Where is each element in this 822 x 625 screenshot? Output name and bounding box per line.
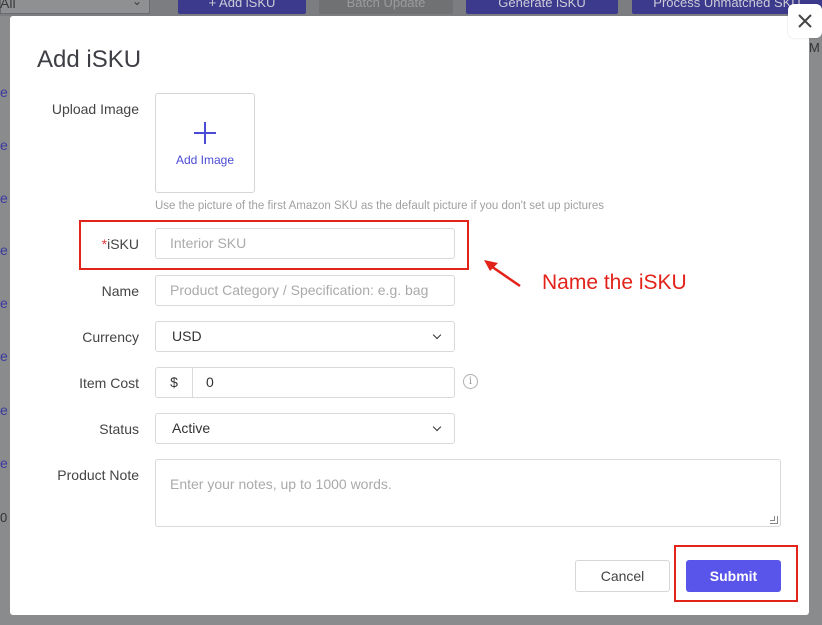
info-icon[interactable]: i	[463, 374, 478, 389]
status-value: Active	[172, 420, 211, 436]
chevron-down-icon: ⌄	[132, 0, 143, 8]
background-batch-update-button: Batch Update	[319, 0, 453, 14]
status-select[interactable]: Active	[155, 413, 455, 444]
background-row-link: e	[0, 190, 8, 206]
modal-title: Add iSKU	[37, 46, 142, 73]
close-icon	[798, 14, 812, 28]
cancel-button[interactable]: Cancel	[575, 560, 670, 592]
currency-select[interactable]: USD	[155, 321, 455, 352]
product-note-label: Product Note	[57, 467, 139, 483]
upload-image-label: Upload Image	[51, 101, 139, 117]
product-note-textarea[interactable]: Enter your notes, up to 1000 words.	[155, 459, 781, 527]
background-page-number: 0	[0, 510, 8, 525]
product-note-placeholder: Enter your notes, up to 1000 words.	[170, 476, 392, 492]
background-row-link: e	[0, 137, 8, 153]
chevron-down-icon	[432, 422, 442, 431]
plus-icon	[193, 119, 217, 149]
background-row-link: e	[0, 348, 8, 364]
background-row-link: e	[0, 295, 8, 311]
background-column-header: M	[809, 40, 820, 55]
close-button[interactable]	[788, 4, 822, 38]
name-label: Name	[101, 283, 139, 299]
add-image-label: Add Image	[175, 153, 235, 167]
background-filter-select	[0, 0, 150, 14]
add-image-button[interactable]: Add Image	[155, 93, 255, 193]
background-row-link: e	[0, 242, 8, 258]
background-add-isku-button: + Add iSKU	[178, 0, 306, 14]
resize-handle-icon[interactable]	[770, 516, 778, 524]
currency-prefix: $	[156, 368, 193, 397]
annotation-text: Name the iSKU	[542, 271, 687, 294]
background-row-link: e	[0, 455, 8, 471]
status-label: Status	[99, 421, 139, 437]
background-row-link: e	[0, 402, 8, 418]
upload-hint: Use the picture of the first Amazon SKU …	[155, 200, 605, 212]
name-input[interactable]: Product Category / Specification: e.g. b…	[155, 275, 455, 306]
background-row-link: e	[0, 84, 8, 100]
chevron-down-icon	[432, 330, 442, 339]
currency-label: Currency	[82, 329, 139, 345]
item-cost-input-group: $ 0	[155, 367, 455, 398]
background-filter-select-value: All	[0, 0, 16, 11]
submit-highlight-box	[674, 545, 798, 602]
currency-value: USD	[172, 328, 202, 344]
background-generate-isku-button: Generate iSKU	[466, 0, 618, 14]
item-cost-input[interactable]: 0	[193, 368, 454, 397]
annotation-arrow-icon	[484, 260, 521, 288]
item-cost-label: Item Cost	[79, 375, 139, 391]
isku-highlight-box	[79, 220, 469, 270]
